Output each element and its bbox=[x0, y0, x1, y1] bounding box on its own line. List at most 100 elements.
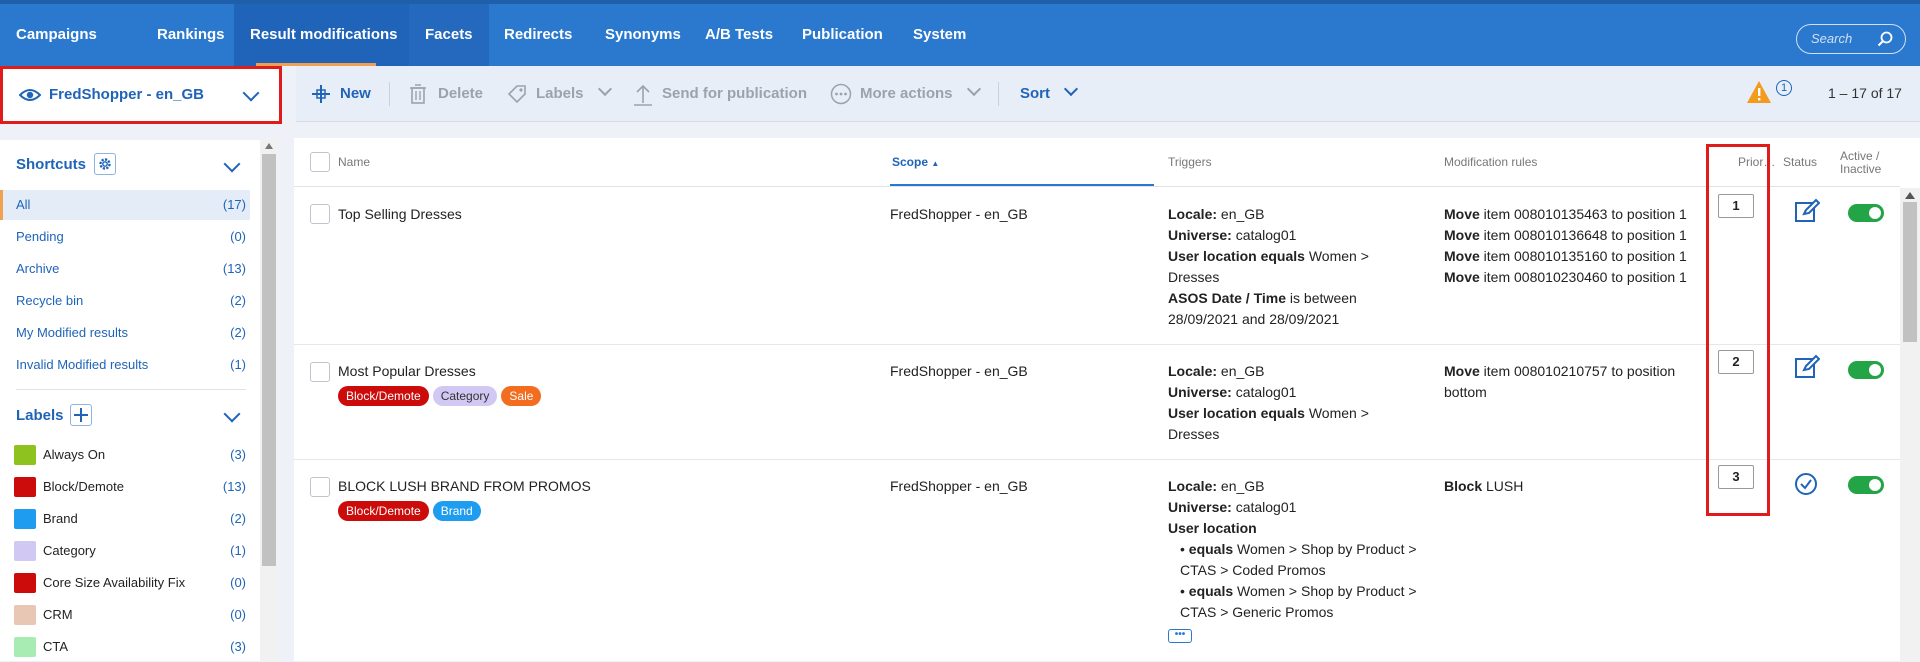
trigger-line: Locale: en_GB bbox=[1168, 206, 1265, 222]
sorted-column-indicator bbox=[890, 184, 1154, 186]
shortcut-my-modified-results[interactable]: My Modified results (2) bbox=[0, 318, 250, 348]
header-divider bbox=[294, 186, 1900, 187]
tag-brand[interactable]: Brand bbox=[432, 501, 481, 521]
notification-count-badge[interactable]: 1 bbox=[1776, 80, 1792, 96]
edit-icon[interactable] bbox=[1794, 198, 1820, 224]
shortcut-count: (0) bbox=[230, 229, 246, 244]
label-item-brand[interactable]: Brand (2) bbox=[0, 504, 250, 534]
row-rules: Move item 008010210757 to position botto… bbox=[1444, 361, 1714, 403]
nav-synonyms[interactable]: Synonyms bbox=[589, 4, 697, 66]
shortcut-label: Invalid Modified results bbox=[16, 357, 149, 372]
shortcut-invalid-modified-results[interactable]: Invalid Modified results (1) bbox=[0, 350, 250, 380]
shortcut-pending[interactable]: Pending (0) bbox=[0, 222, 250, 252]
collapse-labels-icon[interactable] bbox=[223, 405, 241, 423]
shortcuts-title: Shortcuts bbox=[16, 156, 87, 173]
label-item-cta[interactable]: CTA (3) bbox=[0, 632, 250, 662]
select-all-checkbox[interactable] bbox=[310, 152, 330, 172]
plus-icon bbox=[74, 408, 88, 422]
tag-sale[interactable]: Sale bbox=[501, 386, 542, 406]
warning-icon[interactable] bbox=[1746, 80, 1772, 104]
header-active-inactive[interactable]: Active / Inactive bbox=[1840, 150, 1881, 176]
shortcut-count: (1) bbox=[230, 357, 246, 372]
label-item-block-demote[interactable]: Block/Demote (13) bbox=[0, 472, 250, 502]
header-name[interactable]: Name bbox=[338, 155, 370, 169]
nav-redirects[interactable]: Redirects bbox=[488, 4, 588, 66]
show-more-button[interactable]: ••• bbox=[1168, 629, 1192, 643]
shortcut-recycle-bin[interactable]: Recycle bin (2) bbox=[0, 286, 250, 316]
trash-icon bbox=[410, 84, 426, 104]
label-item-category[interactable]: Category (1) bbox=[0, 536, 250, 566]
nav-result-modifications[interactable]: Result modifications bbox=[234, 4, 414, 66]
rule-line: Move item 008010230460 to position 1 bbox=[1444, 269, 1687, 285]
scroll-up-arrow-icon[interactable] bbox=[265, 143, 273, 149]
check-circle-icon[interactable] bbox=[1794, 472, 1818, 496]
search-icon[interactable] bbox=[1877, 31, 1893, 47]
shortcut-count: (2) bbox=[230, 293, 246, 308]
label-color-swatch bbox=[14, 637, 36, 657]
label-color-swatch bbox=[14, 477, 36, 497]
edit-icon[interactable] bbox=[1794, 354, 1820, 380]
rule-line: Move item 008010135463 to position 1 bbox=[1444, 206, 1687, 222]
row-name[interactable]: Most Popular Dresses bbox=[338, 361, 476, 382]
tag-block-demote[interactable]: Block/Demote bbox=[338, 386, 429, 406]
shortcut-archive[interactable]: Archive (13) bbox=[0, 254, 250, 284]
more-actions-button[interactable]: More actions bbox=[830, 66, 981, 122]
plus-icon bbox=[312, 85, 330, 103]
shortcut-count: (17) bbox=[222, 197, 246, 212]
labels-button[interactable]: Labels bbox=[506, 66, 612, 122]
tag-category[interactable]: Category bbox=[432, 386, 498, 406]
label-item-always-on[interactable]: Always On (3) bbox=[0, 440, 250, 470]
row-tags: Block/Demote Brand bbox=[338, 501, 485, 521]
nav-campaigns[interactable]: Campaigns bbox=[0, 4, 113, 66]
new-button[interactable]: New bbox=[310, 66, 371, 122]
chevron-down-icon bbox=[1064, 81, 1079, 97]
nav-facets[interactable]: Facets bbox=[409, 4, 489, 66]
scroll-up-arrow-icon[interactable] bbox=[1905, 192, 1915, 199]
collapse-shortcuts-icon[interactable] bbox=[223, 155, 241, 173]
nav-rankings-label: Rankings bbox=[157, 26, 225, 43]
header-triggers[interactable]: Triggers bbox=[1168, 155, 1212, 169]
row-rules: Move item 008010135463 to position 1 Mov… bbox=[1444, 204, 1714, 288]
nav-result-modifications-label: Result modifications bbox=[250, 26, 398, 43]
scrollbar-thumb[interactable] bbox=[1903, 202, 1917, 342]
scope-label: FredShopper - en_GB bbox=[49, 86, 205, 103]
trigger-line: Locale: en_GB bbox=[1168, 363, 1265, 379]
trigger-line: User location bbox=[1168, 520, 1257, 536]
trigger-line: User location equals Women > bbox=[1168, 405, 1369, 421]
label-color-swatch bbox=[14, 541, 36, 561]
row-checkbox[interactable] bbox=[310, 204, 330, 224]
header-modification-rules[interactable]: Modification rules bbox=[1444, 155, 1537, 169]
nav-system[interactable]: System bbox=[897, 4, 982, 66]
row-checkbox[interactable] bbox=[310, 362, 330, 382]
table-scrollbar[interactable] bbox=[1900, 188, 1920, 661]
header-scope[interactable]: Scope ▲ bbox=[892, 155, 939, 169]
tag-block-demote[interactable]: Block/Demote bbox=[338, 501, 429, 521]
label-item-core-size-availability-fix[interactable]: Core Size Availability Fix (0) bbox=[0, 568, 250, 598]
send-for-publication-button[interactable]: Send for publication bbox=[632, 66, 807, 122]
header-status[interactable]: Status bbox=[1783, 155, 1817, 169]
active-toggle[interactable] bbox=[1848, 361, 1884, 379]
label-count: (0) bbox=[230, 575, 246, 590]
label-color-swatch bbox=[14, 605, 36, 625]
rule-line: Move item 008010135160 to position 1 bbox=[1444, 248, 1687, 264]
label-count: (2) bbox=[230, 511, 246, 526]
shortcut-all[interactable]: All (17) bbox=[0, 190, 250, 220]
label-item-crm[interactable]: CRM (0) bbox=[0, 600, 250, 630]
sort-button[interactable]: Sort bbox=[1020, 66, 1079, 122]
scrollbar-thumb[interactable] bbox=[262, 154, 276, 566]
nav-ab-tests[interactable]: A/B Tests bbox=[689, 4, 789, 66]
shortcuts-settings-button[interactable] bbox=[94, 153, 116, 175]
nav-publication[interactable]: Publication bbox=[786, 4, 899, 66]
row-rules: Block LUSH bbox=[1444, 476, 1714, 497]
sidebar-scrollbar[interactable] bbox=[260, 140, 278, 661]
active-toggle[interactable] bbox=[1848, 476, 1884, 494]
row-name[interactable]: Top Selling Dresses bbox=[338, 204, 462, 225]
pagination-info: 1 – 17 of 17 bbox=[1828, 85, 1902, 101]
row-checkbox[interactable] bbox=[310, 477, 330, 497]
active-toggle[interactable] bbox=[1848, 204, 1884, 222]
add-label-button[interactable] bbox=[70, 404, 92, 426]
search-input[interactable]: Search bbox=[1796, 24, 1906, 54]
row-name[interactable]: BLOCK LUSH BRAND FROM PROMOS bbox=[338, 476, 591, 497]
delete-button[interactable]: Delete bbox=[408, 66, 483, 122]
scope-selector[interactable]: FredShopper - en_GB bbox=[0, 66, 282, 124]
